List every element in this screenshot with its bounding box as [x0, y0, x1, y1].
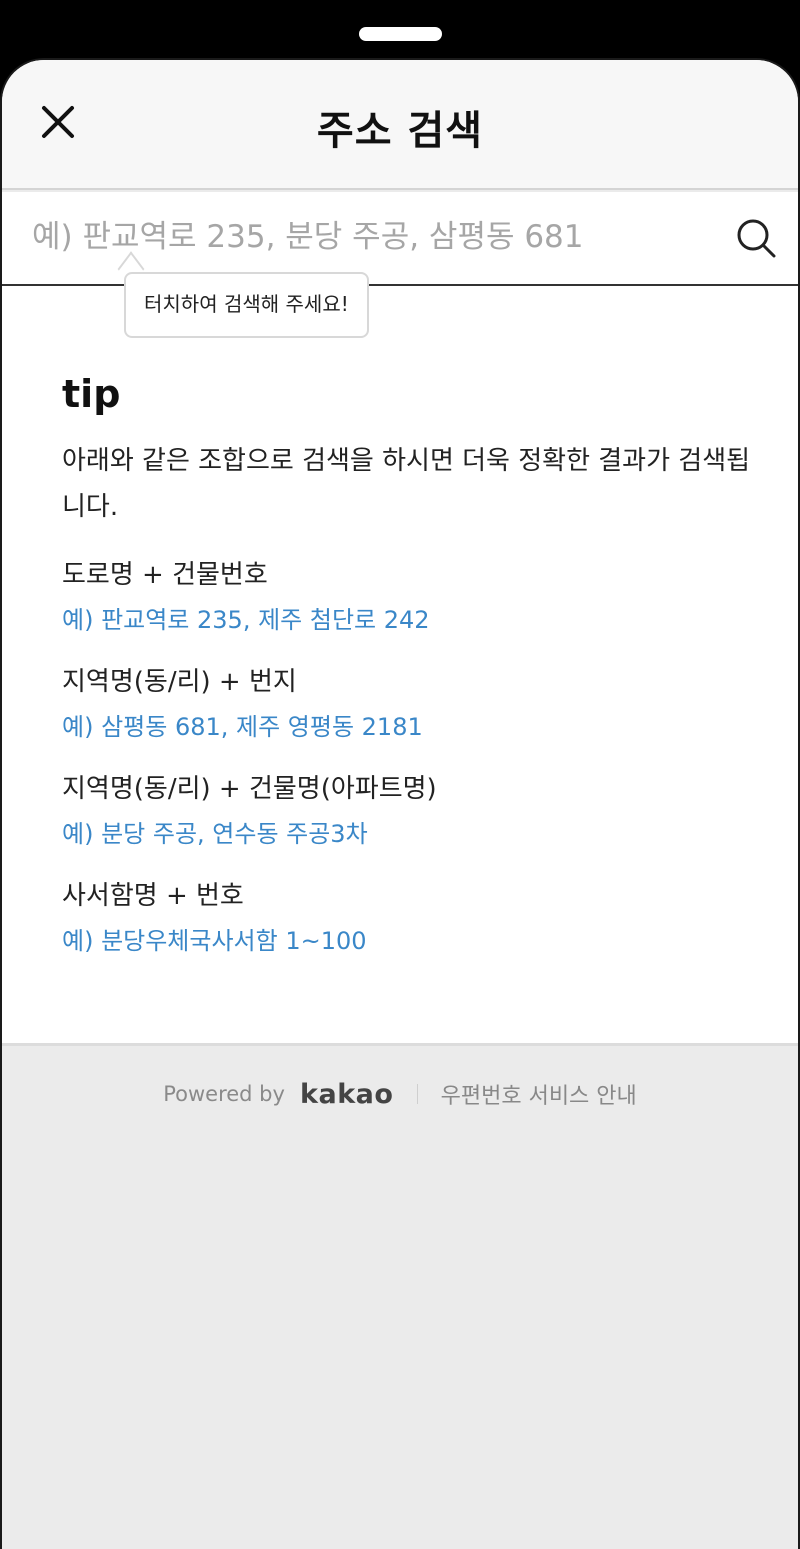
tip-description: 아래와 같은 조합으로 검색을 하시면 더욱 정확한 결과가 검색됩니다. [62, 446, 751, 522]
search-hint-tooltip: 터치하여 검색해 주세요! [124, 272, 369, 338]
tip-item-example: 예) 판교역로 235, 제주 첨단로 242 [62, 606, 430, 634]
powered-by-label: Powered by [163, 1082, 285, 1106]
tip-item-label: 지역명(동/리) + 번지 [62, 667, 297, 697]
tip-item: 도로명 + 건물번호 예) 판교역로 235, 제주 첨단로 242 [62, 555, 752, 662]
header: 주소 검색 [2, 60, 798, 190]
tip-list: 도로명 + 건물번호 예) 판교역로 235, 제주 첨단로 242 지역명(동… [62, 555, 752, 983]
tip-item-example: 예) 분당우체국사서함 1~100 [62, 927, 367, 955]
kakao-logo: kakao [300, 1078, 394, 1110]
tip-item-example: 예) 삼평동 681, 제주 영평동 2181 [62, 713, 423, 741]
tip-item-example: 예) 분당 주공, 연수동 주공3차 [62, 820, 368, 848]
footer: Powered by kakao 우편번호 서비스 안내 [2, 1078, 798, 1118]
tip-item-label: 지역명(동/리) + 건물명(아파트명) [62, 774, 437, 804]
tip-item: 지역명(동/리) + 건물명(아파트명) 예) 분당 주공, 연수동 주공3차 [62, 769, 752, 876]
tip-item-label: 사서함명 + 번호 [62, 881, 244, 911]
tip-item-label: 도로명 + 건물번호 [62, 560, 268, 590]
search-icon [737, 219, 776, 258]
tip-item: 사서함명 + 번호 예) 분당우체국사서함 1~100 [62, 876, 752, 983]
footer-divider [416, 1084, 418, 1104]
search-button[interactable] [734, 216, 778, 260]
page-title: 주소 검색 [316, 108, 484, 154]
tip-title: tip [62, 372, 121, 416]
postal-service-info-link[interactable]: 우편번호 서비스 안내 [441, 1084, 637, 1109]
address-search-sheet: 주소 검색 터치하여 검색해 주세요! tip 아래와 같은 조합으로 검색을 … [0, 58, 800, 1549]
tip-item: 지역명(동/리) + 번지 예) 삼평동 681, 제주 영평동 2181 [62, 662, 752, 769]
sheet-grabber[interactable] [359, 27, 442, 41]
